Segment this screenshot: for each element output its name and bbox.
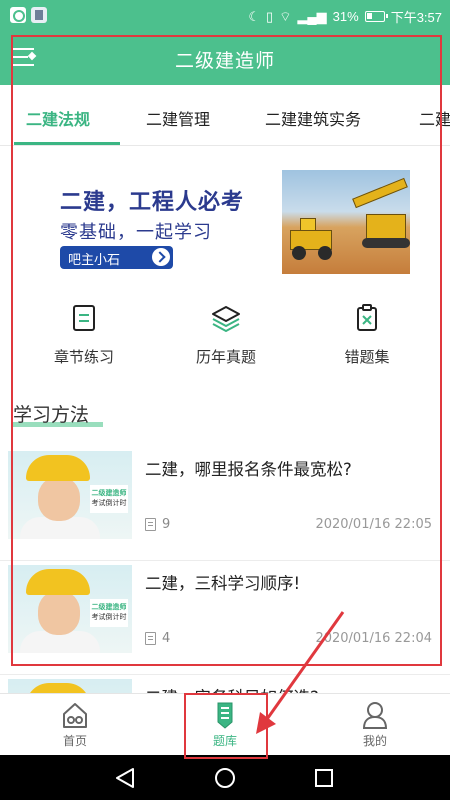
vibrate-icon: ▯ [266,8,274,24]
category-tabs: 二建法规 二建管理 二建建筑实务 二建 [0,85,450,146]
promo-banner[interactable]: 二建，工程人必考 零基础，一起学习 吧主小石 [12,150,440,290]
past-exams-button[interactable]: 历年真题 [166,300,286,367]
article-date: 2020/01/16 22:05 [315,517,432,532]
wifi-icon: ⌔ [279,8,292,24]
document-small-icon [145,632,156,645]
recents-icon[interactable] [315,769,333,787]
bottom-navigation: 首页 题库 我的 [0,693,450,755]
article-title: 二建，哪里报名条件最宽松? [145,460,352,479]
clock: 下午3:57 [390,10,442,25]
clipboard-x-icon [357,304,377,331]
article-count: 4 [162,631,171,646]
nav-question-bank-label: 题库 [212,734,237,748]
nav-profile[interactable]: 我的 [300,694,450,756]
article-thumbnail: 二级建造师 考试倒计时 [8,451,132,539]
home-icon [63,703,87,728]
article-date: 2020/01/16 22:04 [315,631,432,646]
wrong-answers-button[interactable]: 错题集 [307,300,427,367]
thumbnail-tag: 二级建造师 考试倒计时 [90,485,128,513]
active-tab-indicator [14,142,120,145]
banner-author-button[interactable]: 吧主小石 [60,246,173,269]
banner-button-label: 吧主小石 [68,253,121,268]
battery-icon [364,11,388,22]
pencil-icon [217,702,233,729]
tab-management[interactable]: 二建管理 [146,106,210,130]
document-icon [73,305,95,331]
article-item[interactable]: 二级建造师 考试倒计时 二建，哪里报名条件最宽松? 9 2020/01/16 22… [0,451,450,561]
person-icon [362,702,388,729]
quick-actions: 章节练习 历年真题 错题集 [12,300,440,380]
moon-icon: ☾ [248,8,261,24]
layers-icon [212,306,240,332]
notification-app-icon-2 [31,7,47,23]
section-title: 学习方法 [13,404,90,426]
tab-law[interactable]: 二建法规 [26,106,90,130]
status-bar: ☾ ▯ ⌔ ▂▄▆ 31% 下午3:57 [0,0,450,32]
wrong-answers-label: 错题集 [344,348,390,366]
thumbnail-tag: 二级建造师 考试倒计时 [90,599,128,627]
article-thumbnail: 二级建造师 考试倒计时 [8,565,132,653]
nav-profile-label: 我的 [362,734,387,748]
app-bar: 二级建造师 [0,32,450,85]
nav-home[interactable]: 首页 [0,694,150,756]
signal-icon: ▂▄▆ [297,8,327,24]
construction-machinery-image [282,170,410,274]
article-title: 二建，三科学习顺序! [145,574,301,593]
article-meta: 9 [145,517,170,532]
chapter-practice-button[interactable]: 章节练习 [24,300,144,367]
arrow-right-icon [152,248,170,266]
banner-subline: 零基础，一起学习 [60,222,212,243]
tab-building-practice[interactable]: 二建建筑实务 [265,106,361,130]
notification-app-icon [10,7,26,23]
chapter-practice-label: 章节练习 [53,348,114,366]
past-exams-label: 历年真题 [195,348,256,366]
article-item[interactable]: 二级建造师 考试倒计时 二建，三科学习顺序! 4 2020/01/16 22:04 [0,565,450,675]
page-title: 二级建造师 [174,50,275,72]
notification-icons [10,7,47,23]
system-navigation-bar [0,755,450,800]
back-icon[interactable] [116,768,134,788]
banner-headline: 二建，工程人必考 [60,190,245,215]
home-circle-icon[interactable] [215,768,235,788]
nav-question-bank[interactable]: 题库 [150,694,300,756]
battery-percent: 31% [332,9,359,24]
status-icons: ☾ ▯ ⌔ ▂▄▆ 31% 下午3:57 [248,7,442,26]
article-count: 9 [162,517,171,532]
nav-home-label: 首页 [62,734,87,748]
tab-more[interactable]: 二建 [419,106,450,130]
document-small-icon [145,518,156,531]
article-meta: 4 [145,631,170,646]
